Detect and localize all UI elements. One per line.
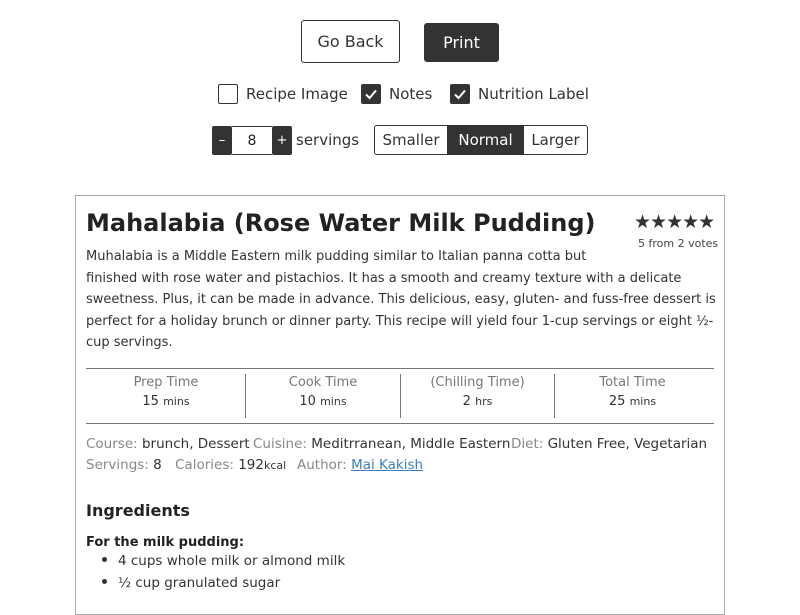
go-back-button[interactable]: Go Back [301, 20, 400, 63]
time-unit: hrs [475, 395, 493, 408]
time-label: Prep Time [133, 375, 199, 390]
recipe-image-checkbox[interactable] [218, 84, 238, 104]
time-label: Total Time [599, 375, 666, 390]
time-number: 10 [299, 394, 316, 409]
option-recipe-image[interactable]: Recipe Image [218, 84, 348, 104]
time-unit: mins [629, 395, 657, 408]
author-link[interactable]: Mai Kakish [351, 457, 423, 473]
chilling-time: (Chilling Time) 2 hrs [401, 375, 554, 409]
recipe-title: Mahalabia (Rose Water Milk Pudding) [86, 209, 596, 237]
prep-time: Prep Time 15 mins [86, 375, 246, 409]
meta-cuisine: Cuisine: Meditrranean, Middle Eastern [253, 436, 510, 452]
servings-input[interactable]: 8 [232, 126, 272, 155]
time-unit: mins [320, 395, 347, 408]
calories-number: 192 [238, 457, 264, 473]
meta-servings: Servings: 8 [86, 457, 162, 473]
ingredient-item: ½ cup granulated sugar [102, 575, 280, 591]
meta-value: Gluten Free, Vegetarian [547, 436, 708, 452]
time-number: 15 [142, 394, 159, 409]
time-value: 25 mins [555, 394, 710, 409]
meta-value: Meditrranean, Middle Eastern [311, 436, 511, 452]
meta-key: Calories: [175, 457, 234, 473]
summary-line: Muhalabia is a Middle Eastern milk puddi… [86, 249, 587, 264]
meta-value: brunch, Dessert [141, 436, 250, 452]
size-smaller-button[interactable]: Smaller [375, 126, 448, 154]
ingredient-group-heading: For the milk pudding: [86, 535, 245, 550]
option-nutrition-label[interactable]: Nutrition Label [450, 84, 589, 104]
meta-key: Cuisine: [253, 436, 307, 452]
meta-author: Author: Mai Kakish [297, 457, 423, 473]
meta-key: Course: [86, 436, 138, 452]
meta-key: Author: [297, 457, 347, 473]
meta-key: Servings: [86, 457, 149, 473]
time-value: 10 mins [246, 394, 400, 409]
time-label: (Chilling Time) [430, 375, 525, 390]
notes-checkbox[interactable] [361, 84, 381, 104]
option-label: Recipe Image [246, 85, 348, 103]
summary-line: perfect for a holiday brunch or dinner p… [86, 313, 714, 329]
time-value: 15 mins [86, 394, 246, 409]
total-time: Total Time 25 mins [555, 375, 710, 409]
print-button[interactable]: Print [424, 23, 499, 62]
option-label: Notes [389, 85, 433, 103]
summary-line: finished with rose water and pistachios.… [86, 270, 682, 286]
recipe-summary: Muhalabia is a Middle Eastern milk puddi… [86, 246, 716, 354]
check-icon [365, 89, 377, 100]
times-divider-top [86, 368, 714, 369]
option-notes[interactable]: Notes [361, 84, 432, 104]
time-value: 2 hrs [401, 394, 554, 409]
meta-calories: Calories: 192kcal [175, 457, 286, 473]
rating-stars[interactable]: ★★★★★ [634, 211, 715, 233]
increase-servings-button[interactable]: + [272, 126, 292, 155]
meta-value: 8 [153, 457, 162, 473]
meta-course: Course: brunch, Dessert [86, 436, 250, 452]
ingredients-heading: Ingredients [86, 501, 190, 520]
summary-line: sweetness. Plus, it can be made in advan… [86, 292, 716, 307]
meta-value: 192kcal [238, 457, 286, 473]
decrease-servings-button[interactable]: – [212, 126, 232, 155]
time-number: 25 [608, 394, 626, 409]
servings-label: servings [296, 131, 360, 149]
size-normal-button[interactable]: Normal [448, 126, 523, 154]
meta-key: Diet: [511, 436, 544, 452]
meta-diet: Diet: Gluten Free, Vegetarian [511, 436, 707, 452]
calories-unit: kcal [263, 459, 287, 472]
cook-time: Cook Time 10 mins [246, 375, 400, 409]
summary-line: cup servings. [86, 335, 173, 350]
servings-stepper: – 8 + [212, 126, 292, 155]
ingredient-item: 4 cups whole milk or almond milk [102, 553, 345, 569]
time-label: Cook Time [288, 375, 358, 390]
time-unit: mins [163, 395, 190, 408]
option-label: Nutrition Label [478, 85, 589, 103]
size-larger-button[interactable]: Larger [523, 126, 587, 154]
size-toggle: Smaller Normal Larger [374, 125, 588, 155]
check-icon [454, 89, 466, 100]
times-divider-bottom [86, 423, 714, 424]
nutrition-label-checkbox[interactable] [450, 84, 470, 104]
time-number: 2 [462, 394, 471, 409]
